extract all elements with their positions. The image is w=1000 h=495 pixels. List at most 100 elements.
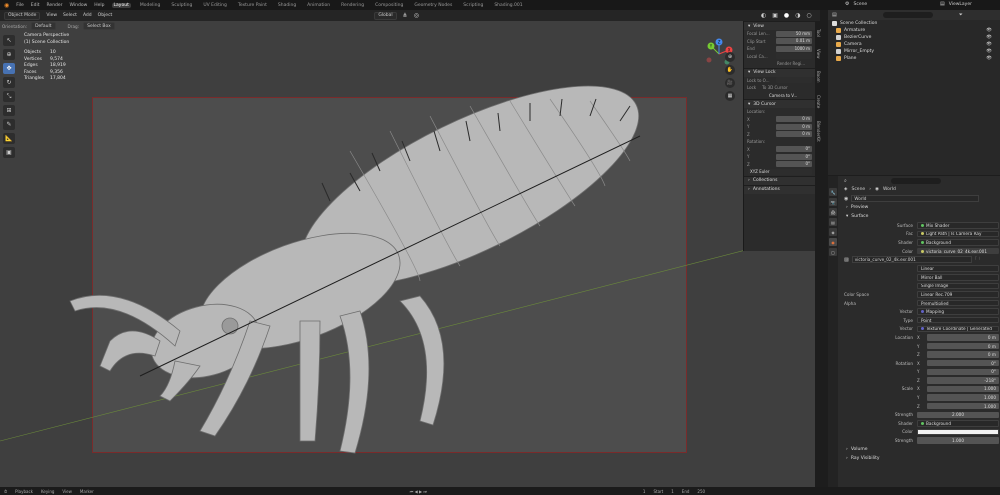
view-panel-header[interactable]: ▾ View — [744, 21, 815, 30]
outliner-item-mirror-empty[interactable]: Mirror_Empty 👁 — [828, 48, 1000, 55]
shading-rendered-icon[interactable]: ○ — [806, 12, 811, 19]
vector-field[interactable]: Mapping — [917, 308, 999, 315]
shading-solid-icon[interactable]: ● — [784, 12, 789, 19]
keying-menu[interactable]: Keying — [41, 489, 54, 494]
tab-texture-paint[interactable]: Texture Paint — [236, 3, 269, 8]
tool-props-tab-icon[interactable]: 🔧 — [829, 188, 837, 196]
mapping-scale-x-field[interactable]: 1.000 — [927, 385, 999, 393]
mode-dropdown[interactable]: Object Mode — [4, 11, 41, 20]
local-camera-field[interactable] — [776, 53, 812, 60]
menu-select[interactable]: Select — [63, 13, 77, 18]
view-lock-header[interactable]: ▾ View Lock — [744, 67, 815, 77]
sidebar-tab-boom[interactable]: Boom — [816, 71, 821, 83]
color-field[interactable]: victoria_curve_02_4k.exr.001 — [917, 247, 999, 255]
perspective-toggle-icon[interactable]: ▦ — [725, 91, 735, 101]
world-props-tab-icon[interactable]: ◉ — [829, 238, 837, 246]
measure-tool-icon[interactable]: 📐 — [3, 133, 15, 144]
cursor-rotation-y-field[interactable]: 0° — [776, 153, 812, 160]
transform-tool-icon[interactable]: ⊞ — [3, 105, 15, 116]
view-layer-props-tab-icon[interactable]: ▤ — [829, 218, 837, 226]
scene-props-tab-icon[interactable]: ◈ — [829, 228, 837, 236]
end-frame-field[interactable]: 250 — [697, 489, 705, 494]
current-frame-field[interactable]: 1 — [643, 489, 646, 494]
cursor-tool-icon[interactable]: ⊕ — [3, 49, 15, 60]
blender-logo-icon[interactable]: ◉ — [4, 2, 9, 9]
lock-to-object-field[interactable] — [776, 77, 812, 84]
annotate-tool-icon[interactable]: ✎ — [3, 119, 15, 130]
outliner-search-input[interactable] — [882, 12, 933, 18]
output-props-tab-icon[interactable]: 🖨 — [829, 208, 837, 216]
timeline-icon[interactable]: ⏱ — [4, 489, 7, 494]
open-image-icon[interactable]: 🗀 — [975, 256, 980, 264]
mapping-location-y-field[interactable]: 0 m — [927, 342, 999, 350]
rotation-mode-dropdown[interactable]: XYZ Euler — [748, 168, 812, 175]
outliner-item-armature[interactable]: Armature 👁 — [828, 27, 1000, 34]
3d-viewport[interactable]: Orientation: Default Drag: Select Box Op… — [0, 21, 820, 487]
cursor-location-y-field[interactable]: 0 m — [776, 123, 812, 130]
menu-window[interactable]: Window — [70, 3, 88, 8]
to-3d-cursor-checkbox[interactable]: To 3D Cursor — [762, 85, 788, 90]
menu-view[interactable]: View — [46, 13, 57, 18]
transform-orientation-dropdown[interactable]: Global — [374, 11, 397, 20]
outliner-scene-collection[interactable]: Scene Collection — [828, 20, 1000, 27]
fac-field[interactable]: Light Path | Is Camera Ray — [917, 230, 999, 238]
3d-cursor-header[interactable]: ▾ 3D Cursor — [744, 99, 815, 108]
cursor-rotation-z-field[interactable]: 0° — [776, 161, 812, 168]
menu-file[interactable]: File — [16, 3, 24, 8]
timeline-view-menu[interactable]: View — [62, 489, 72, 494]
mapping-rotation-y-field[interactable]: 0° — [927, 368, 999, 376]
add-cube-tool-icon[interactable]: ▣ — [3, 147, 15, 158]
visibility-eye-icon[interactable]: 👁 — [986, 56, 992, 61]
mapping-rotation-x-field[interactable]: 0° — [927, 359, 999, 367]
marker-menu[interactable]: Marker — [80, 489, 94, 494]
sidebar-tab-view[interactable]: View — [816, 49, 821, 59]
color-space-dropdown[interactable]: Linear Rec.709 — [917, 291, 999, 298]
focal-length-field[interactable]: 50 mm — [776, 30, 812, 37]
tab-modeling[interactable]: Modeling — [138, 3, 162, 8]
cursor-rotation-x-field[interactable]: 0° — [776, 146, 812, 153]
tab-rendering[interactable]: Rendering — [339, 3, 366, 8]
shader-field[interactable]: Background — [917, 239, 999, 246]
zoom-icon[interactable]: ⊕ — [725, 52, 735, 62]
outliner-item-beziercurve[interactable]: BezierCurve 👁 — [828, 34, 1000, 41]
start-frame-field[interactable]: 1 — [671, 489, 674, 494]
visibility-eye-icon[interactable]: 👁 — [986, 28, 992, 33]
clip-start-field[interactable]: 0.01 m — [776, 38, 812, 45]
world-name-field[interactable]: World — [851, 195, 980, 202]
render-region-row[interactable]: Render Regi... — [744, 60, 815, 68]
sidebar-tab-blenderkit[interactable]: BlenderKit — [816, 121, 821, 142]
visibility-eye-icon[interactable]: 👁 — [986, 42, 992, 47]
interpolation-dropdown[interactable]: Linear — [917, 265, 999, 272]
camera-view-icon[interactable]: 🎥 — [725, 78, 735, 88]
tab-animation[interactable]: Animation — [305, 3, 332, 8]
ray-visibility-section-header[interactable]: › Ray Visibility — [840, 454, 1000, 463]
creature-model[interactable] — [0, 21, 820, 487]
tab-shading[interactable]: Shading — [276, 3, 298, 8]
play-controls-icon[interactable]: ⏮ ◀ ▶ ⏭ — [410, 489, 427, 494]
scene-selector[interactable]: ⚙ Scene — [845, 1, 867, 7]
tab-uv-editing[interactable]: UV Editing — [201, 3, 228, 8]
tab-compositing[interactable]: Compositing — [373, 3, 405, 8]
cursor-location-z-field[interactable]: 0 m — [776, 131, 812, 138]
image-name-field[interactable]: victoria_curve_02_4k.exr.001 — [851, 256, 972, 264]
surface-section-header[interactable]: ▾ Surface — [840, 212, 1000, 221]
tab-sculpting[interactable]: Sculpting — [169, 3, 194, 8]
mapping-scale-y-field[interactable]: 1.000 — [927, 394, 999, 401]
view-layer-selector[interactable]: ▤ ViewLayer — [940, 1, 972, 7]
tab-scripting[interactable]: Scripting — [461, 3, 485, 8]
visibility-eye-icon[interactable]: 👁 — [986, 35, 992, 40]
menu-object[interactable]: Object — [98, 13, 113, 18]
move-tool-icon[interactable]: ✥ — [3, 63, 15, 74]
mapping-rotation-z-field[interactable]: -218° — [927, 377, 999, 384]
playback-menu[interactable]: Playback — [15, 489, 33, 494]
projection-dropdown[interactable]: Mirror Ball — [917, 274, 999, 281]
menu-render[interactable]: Render — [47, 3, 63, 8]
menu-edit[interactable]: Edit — [31, 3, 40, 8]
scale-tool-icon[interactable]: ⤡ — [3, 91, 15, 102]
properties-search-input[interactable] — [890, 177, 941, 184]
object-props-tab-icon[interactable]: ▢ — [829, 248, 837, 256]
tab-geometry-nodes[interactable]: Geometry Nodes — [412, 3, 454, 8]
overlay-icon[interactable]: ◐ — [761, 12, 766, 19]
menu-add[interactable]: Add — [83, 13, 92, 18]
tab-shading-001[interactable]: Shading.001 — [492, 3, 524, 8]
